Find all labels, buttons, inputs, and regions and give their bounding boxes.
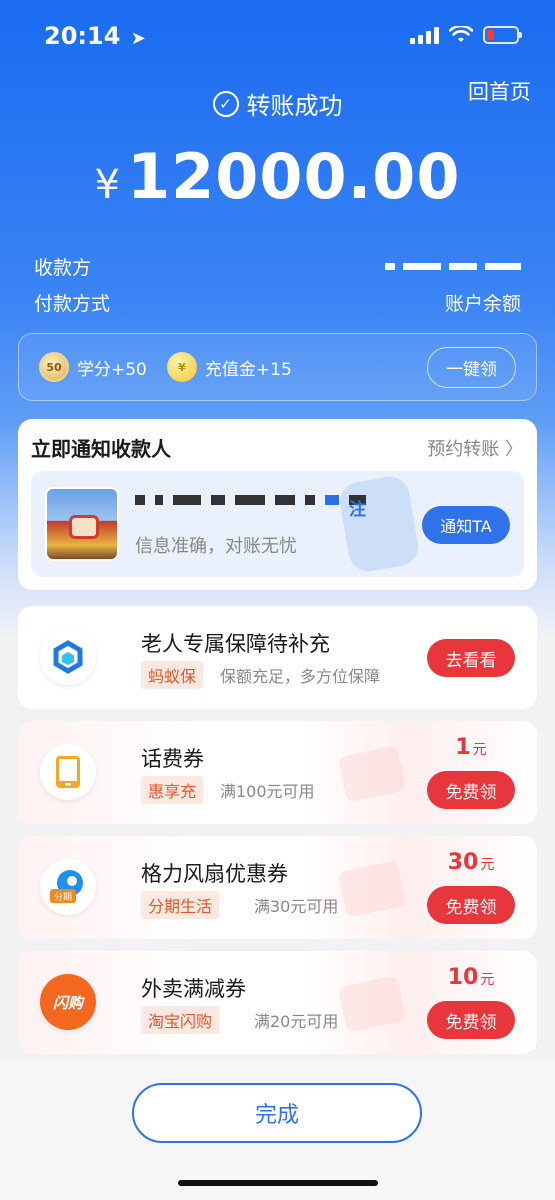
offer-title: 话费券 bbox=[141, 747, 204, 771]
coupon-price-value: 30 bbox=[447, 850, 479, 875]
coupon-price-unit: 元 bbox=[480, 972, 495, 988]
coupon-price-value: 1 bbox=[455, 735, 471, 760]
payee-name-masked: 注 bbox=[135, 495, 366, 520]
coupon-decoration bbox=[337, 860, 407, 918]
offer-tag: 蚂蚁保 bbox=[141, 661, 204, 689]
offer-title: 格力风扇优惠券 bbox=[141, 862, 288, 886]
offer-tag: 分期生活 bbox=[141, 891, 220, 919]
payee-avatar bbox=[45, 487, 119, 561]
schedule-transfer-label: 预约转账 bbox=[427, 438, 500, 460]
done-button[interactable]: 完成 bbox=[132, 1083, 422, 1143]
offer-fan-coupon-card[interactable]: 分期 格力风扇优惠券 分期生活 满30元可用 30 元 免费领 bbox=[18, 836, 537, 939]
home-indicator bbox=[178, 1180, 378, 1186]
coupon-price-unit: 元 bbox=[480, 857, 495, 873]
chevron-right-icon: 〉 bbox=[505, 438, 523, 460]
claim-all-button[interactable]: 一键领 bbox=[427, 346, 516, 388]
coupon-price-value: 10 bbox=[447, 965, 479, 990]
offer-description: 满30元可用 bbox=[254, 897, 339, 916]
offer-takeout-coupon-card[interactable]: 闪购 外卖满减券 淘宝闪购 满20元可用 10 元 免费领 bbox=[18, 951, 537, 1054]
offer-title: 老人专属保障待补充 bbox=[141, 632, 330, 656]
gold-coin-icon: ¥ bbox=[166, 352, 197, 382]
coupon-decoration bbox=[337, 975, 407, 1033]
transfer-amount: ¥12000.00 bbox=[0, 140, 555, 213]
location-arrow-icon: ➤ bbox=[130, 28, 146, 49]
offer-description: 满20元可用 bbox=[254, 1012, 339, 1031]
score-coin-icon: 50 bbox=[39, 352, 69, 382]
flash-purchase-icon-text: 闪购 bbox=[52, 993, 83, 1012]
success-check-icon: ✓ bbox=[212, 90, 239, 117]
offer-tag: 惠享充 bbox=[141, 776, 204, 804]
coupon-price: 10 元 bbox=[427, 965, 515, 990]
notify-payee-button[interactable]: 通知TA bbox=[422, 506, 510, 544]
schedule-transfer-link[interactable]: 预约转账 〉 bbox=[427, 435, 523, 461]
claim-coupon-button[interactable]: 免费领 bbox=[427, 886, 515, 924]
notify-subtitle: 信息准确，对账无忧 bbox=[135, 536, 297, 557]
score-reward-label: 学分+50 bbox=[77, 359, 147, 380]
page-title-text: 转账成功 bbox=[246, 92, 343, 120]
status-time: 20:14 ➤ bbox=[44, 22, 146, 50]
offer-title: 外卖满减券 bbox=[141, 977, 246, 1001]
amount-value: 12000.00 bbox=[126, 140, 461, 213]
offer-description: 保额充足，多方位保障 bbox=[220, 667, 381, 686]
battery-icon bbox=[483, 26, 522, 44]
view-offer-button[interactable]: 去看看 bbox=[427, 639, 515, 677]
notify-header: 立即通知收款人 预约转账 〉 bbox=[18, 419, 537, 462]
phone-icon bbox=[40, 744, 96, 800]
payment-method-row: 付款方式 账户余额 bbox=[34, 289, 521, 316]
flash-purchase-logo-icon: 闪购 bbox=[40, 974, 96, 1030]
offer-insurance-card[interactable]: 老人专属保障待补充 蚂蚁保 保额充足，多方位保障 去看看 bbox=[18, 606, 537, 709]
installment-logo-icon: 分期 bbox=[40, 859, 96, 915]
payee-masked-name bbox=[385, 263, 521, 270]
coupon-price: 30 元 bbox=[427, 850, 515, 875]
currency-symbol: ¥ bbox=[94, 162, 121, 208]
gold-reward-label: 充值金+15 bbox=[204, 359, 292, 380]
offer-description: 满100元可用 bbox=[220, 782, 315, 801]
coupon-price: 1元 bbox=[427, 735, 515, 760]
payee-name-suffix: 注 bbox=[349, 495, 366, 520]
notify-title: 立即通知收款人 bbox=[31, 437, 171, 461]
status-bar: 20:14 ➤ bbox=[0, 0, 555, 72]
claim-coupon-button[interactable]: 免费领 bbox=[427, 1001, 515, 1039]
payee-label: 收款方 bbox=[34, 257, 92, 279]
coupon-price-unit: 元 bbox=[472, 742, 487, 758]
wifi-icon bbox=[449, 26, 473, 42]
payment-method-label: 付款方式 bbox=[34, 293, 111, 315]
payment-method-value: 账户余额 bbox=[444, 293, 521, 315]
coupon-decoration bbox=[337, 745, 407, 803]
rewards-bar: 50 学分+50 ¥ 充值金+15 一键领 bbox=[18, 333, 537, 401]
claim-coupon-button[interactable]: 免费领 bbox=[427, 771, 515, 809]
notify-inner-panel: 注 信息准确，对账无忧 通知TA bbox=[31, 471, 524, 577]
payee-row: 收款方 bbox=[34, 253, 521, 280]
status-time-text: 20:14 bbox=[44, 22, 121, 50]
decorative-shape bbox=[336, 473, 422, 575]
insurance-logo-icon bbox=[40, 629, 96, 685]
cellular-signal-icon bbox=[410, 26, 439, 44]
home-link[interactable]: 回首页 bbox=[468, 76, 531, 106]
offer-tag: 淘宝闪购 bbox=[141, 1006, 220, 1034]
notify-payee-card: 立即通知收款人 预约转账 〉 注 信息准确，对账无忧 通知TA bbox=[18, 419, 537, 590]
offer-phone-credit-card[interactable]: 话费券 惠享充 满100元可用 1元 免费领 bbox=[18, 721, 537, 824]
status-icons bbox=[410, 26, 522, 44]
installment-icon-text: 分期 bbox=[54, 892, 72, 903]
